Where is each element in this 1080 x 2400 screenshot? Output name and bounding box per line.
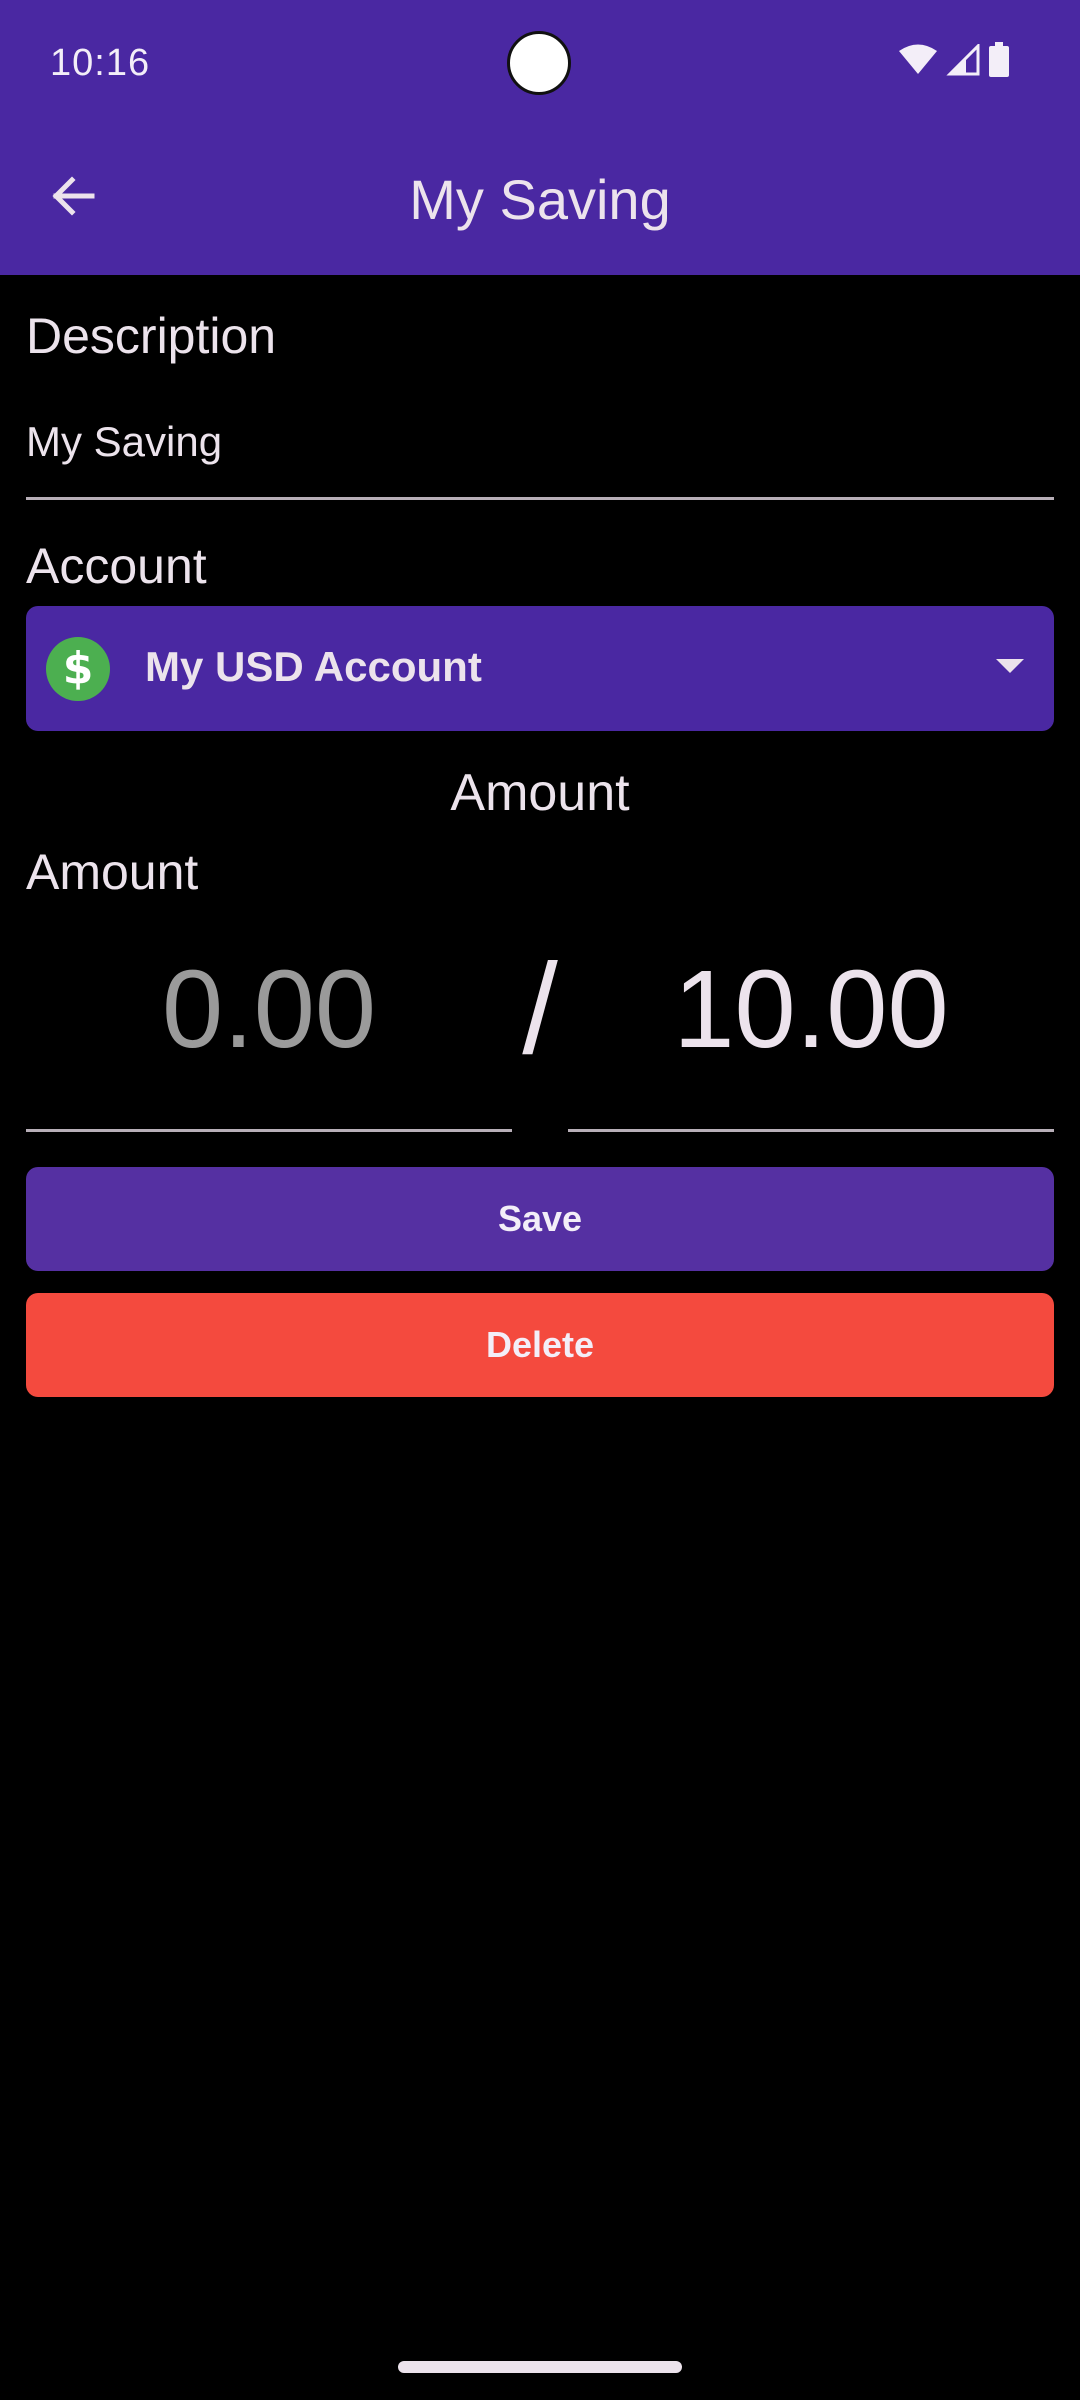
description-label: Description: [26, 308, 277, 364]
page-title: My Saving: [409, 168, 671, 231]
account-dropdown[interactable]: $ My USD Account: [26, 606, 1054, 731]
current-amount-field[interactable]: 0.00: [26, 950, 512, 1132]
description-value: My Saving: [26, 418, 223, 465]
description-field[interactable]: My Saving: [26, 415, 1054, 500]
app-bar: 10:16 My Saving: [0, 0, 1080, 275]
amount-label: Amount: [26, 844, 199, 900]
battery-icon: [988, 42, 1010, 78]
current-amount-value: 0.00: [161, 948, 377, 1071]
status-icons: [898, 42, 1010, 78]
home-indicator[interactable]: [398, 2361, 682, 2373]
camera-cutout: [507, 31, 571, 95]
amount-section-title: Amount: [450, 764, 630, 822]
account-label: Account: [26, 538, 207, 594]
target-amount-value: 10.00: [673, 948, 949, 1071]
save-button[interactable]: Save: [26, 1167, 1054, 1271]
dollar-icon: $: [46, 637, 110, 701]
status-time: 10:16: [50, 42, 151, 84]
chevron-down-icon: [996, 659, 1024, 673]
wifi-icon: [898, 44, 938, 76]
target-amount-field[interactable]: 10.00: [568, 950, 1054, 1132]
signal-icon: [946, 44, 980, 76]
account-selected-value: My USD Account: [145, 643, 482, 690]
delete-button[interactable]: Delete: [26, 1293, 1054, 1397]
